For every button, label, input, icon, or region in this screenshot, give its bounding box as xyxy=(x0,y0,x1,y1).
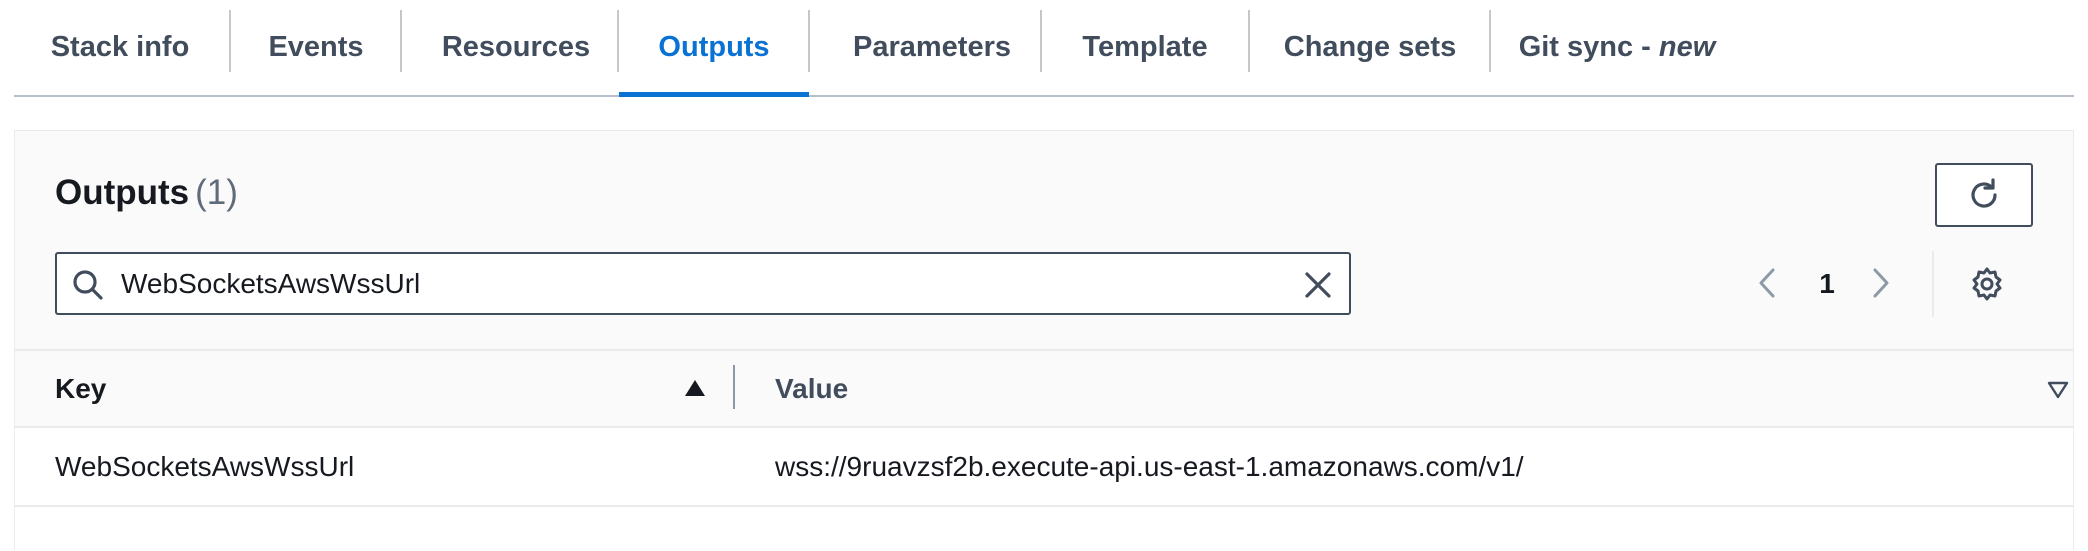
column-label: Key xyxy=(55,372,107,404)
new-badge: new xyxy=(1658,31,1716,63)
tab-label: Stack info xyxy=(50,31,190,63)
panel-title-text: Outputs xyxy=(55,173,190,212)
tab-label: Parameters xyxy=(853,31,1011,63)
output-value-cell: wss://9ruavzsf2b.execute-api.us-east-1.a… xyxy=(775,450,1524,482)
tab-label: Events xyxy=(268,31,364,63)
search-icon xyxy=(73,270,103,300)
tab-events[interactable]: Events xyxy=(232,0,400,95)
tab-parameters[interactable]: Parameters xyxy=(810,0,1054,95)
tab-label: Change sets xyxy=(1283,31,1457,63)
pagination: 1 xyxy=(1733,251,2073,317)
pager-divider xyxy=(1932,251,1934,317)
output-key-cell: WebSocketsAwsWssUrl xyxy=(55,450,355,482)
sort-caret-down-icon[interactable] xyxy=(2047,381,2069,399)
tab-change-sets[interactable]: Change sets xyxy=(1250,0,1490,95)
tab-label: Git sync - xyxy=(1518,31,1659,63)
tab-label: Resources xyxy=(441,31,591,63)
chevron-right-icon[interactable] xyxy=(1863,266,1897,300)
refresh-button[interactable] xyxy=(1935,163,2033,227)
tab-label: Template xyxy=(1082,31,1208,63)
search-field xyxy=(55,252,1351,315)
outputs-count: (1) xyxy=(195,173,238,212)
tab-label: Outputs xyxy=(658,31,770,63)
close-icon[interactable] xyxy=(1301,268,1335,302)
search-input[interactable] xyxy=(121,254,1271,313)
column-resizer[interactable] xyxy=(733,365,735,409)
tab-git-sync[interactable]: Git sync - new xyxy=(1491,0,1743,95)
column-header-key[interactable]: Key xyxy=(55,351,735,426)
refresh-icon xyxy=(1971,178,1997,208)
sort-ascending-icon[interactable] xyxy=(683,378,707,398)
page-title: Outputs (1) xyxy=(55,173,238,213)
table-header: Key Value xyxy=(15,349,2073,428)
tab-bar: Stack info Events Resources Outputs Para… xyxy=(14,0,2074,97)
column-header-value[interactable]: Value xyxy=(775,351,848,426)
tab-divider xyxy=(229,10,231,72)
column-label: Value xyxy=(775,372,849,404)
tab-resources[interactable]: Resources xyxy=(402,0,630,95)
tab-stack-info[interactable]: Stack info xyxy=(14,0,226,95)
table-row: WebSocketsAwsWssUrl wss://9ruavzsf2b.exe… xyxy=(15,428,2073,507)
tab-template[interactable]: Template xyxy=(1042,0,1248,95)
chevron-left-icon[interactable] xyxy=(1751,266,1785,300)
page-number[interactable]: 1 xyxy=(1807,252,1847,315)
tab-outputs[interactable]: Outputs xyxy=(619,0,809,97)
gear-icon[interactable] xyxy=(1969,266,2005,302)
outputs-panel: Outputs(1) 1 xyxy=(14,130,2074,551)
table-body-filler xyxy=(15,507,2073,551)
